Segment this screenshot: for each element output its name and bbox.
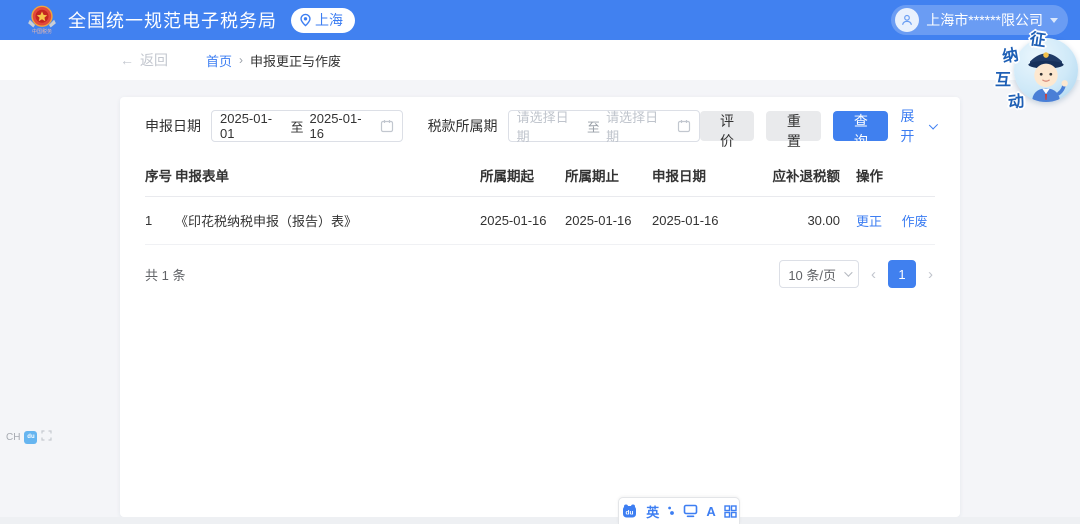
declaration-table: 序号 申报表单 所属期起 所属期止 申报日期 应补退税额 操作 1 《印花税纳税… bbox=[145, 154, 935, 245]
cell-period-start: 2025-01-16 bbox=[480, 197, 565, 245]
declare-date-range-input[interactable]: 2025-01-01 至 2025-01-16 bbox=[211, 110, 403, 142]
correct-action-link[interactable]: 更正 bbox=[856, 214, 882, 229]
ime-mini-brand-badge[interactable]: du bbox=[24, 431, 37, 444]
ime-voice-icon[interactable] bbox=[667, 504, 675, 518]
evaluate-button[interactable]: 评价 bbox=[700, 111, 755, 141]
page-size-value: 10 条/页 bbox=[788, 265, 836, 284]
bottom-edge-strip bbox=[0, 517, 1080, 524]
col-index: 序号 bbox=[145, 154, 175, 197]
breadcrumb-separator: › bbox=[239, 53, 243, 67]
reset-button[interactable]: 重置 bbox=[766, 111, 821, 141]
chevron-down-icon bbox=[844, 268, 852, 276]
cell-amount: 30.00 bbox=[762, 197, 840, 245]
breadcrumb-current-page: 申报更正与作废 bbox=[250, 51, 341, 70]
widget-char-1: 征 bbox=[1028, 25, 1047, 51]
col-amount: 应补退税额 bbox=[762, 154, 840, 197]
range-separator: 至 bbox=[290, 117, 303, 136]
calendar-icon bbox=[677, 119, 691, 133]
expand-filters-link[interactable]: 展开 bbox=[900, 106, 935, 146]
ime-toolbar[interactable]: du 英 A bbox=[618, 497, 740, 524]
tax-period-start-placeholder[interactable]: 请选择日期 bbox=[517, 107, 581, 145]
chevron-down-icon bbox=[929, 120, 938, 129]
invalidate-action-link[interactable]: 作废 bbox=[902, 214, 928, 229]
ime-expand-icon[interactable] bbox=[41, 428, 52, 446]
widget-char-4: 动 bbox=[1007, 87, 1025, 113]
ime-language-toggle[interactable]: 英 bbox=[646, 502, 659, 521]
next-page-button[interactable]: › bbox=[926, 266, 935, 283]
table-row: 1 《印花税纳税申报（报告）表》 2025-01-16 2025-01-16 2… bbox=[145, 197, 935, 245]
total-count: 共 1 条 bbox=[145, 265, 185, 284]
ime-brand-icon[interactable]: du bbox=[621, 503, 638, 519]
ime-status-indicator[interactable]: CH du bbox=[6, 428, 52, 446]
svg-text:du: du bbox=[626, 510, 634, 517]
col-declare-date: 申报日期 bbox=[652, 154, 762, 197]
col-period-end: 所属期止 bbox=[565, 154, 652, 197]
filter-row: 申报日期 2025-01-01 至 2025-01-16 税款所属期 请选择日期… bbox=[145, 110, 935, 142]
col-actions: 操作 bbox=[840, 154, 935, 197]
tax-period-label: 税款所属期 bbox=[428, 116, 498, 136]
declare-date-start-value[interactable]: 2025-01-01 bbox=[220, 111, 284, 141]
mascot-avatar bbox=[1014, 38, 1078, 102]
national-emblem-icon bbox=[26, 5, 58, 31]
range-separator: 至 bbox=[587, 117, 600, 136]
prev-page-button[interactable]: ‹ bbox=[869, 266, 878, 283]
page-size-select[interactable]: 10 条/页 bbox=[779, 260, 859, 288]
main-content-card: 申报日期 2025-01-01 至 2025-01-16 税款所属期 请选择日期… bbox=[120, 97, 960, 517]
chevron-down-icon bbox=[1050, 18, 1058, 23]
cell-index: 1 bbox=[145, 197, 175, 245]
calendar-icon bbox=[380, 119, 394, 133]
ime-grid-menu-icon[interactable] bbox=[724, 505, 737, 518]
ime-lang-label: CH bbox=[6, 432, 20, 443]
table-header-row: 序号 申报表单 所属期起 所属期止 申报日期 应补退税额 操作 bbox=[145, 154, 935, 197]
filter-buttons: 评价 重置 查询 展开 bbox=[700, 106, 935, 146]
ime-keyboard-panel-icon[interactable] bbox=[683, 504, 698, 518]
back-button[interactable]: ← 返回 bbox=[120, 50, 168, 70]
declare-date-label: 申报日期 bbox=[145, 116, 201, 136]
col-period-start: 所属期起 bbox=[480, 154, 565, 197]
top-header: 中国税务 全国统一规范电子税务局 上海 上海市******限公司 bbox=[0, 0, 1080, 40]
location-selector[interactable]: 上海 bbox=[291, 8, 355, 33]
expand-label: 展开 bbox=[900, 106, 924, 146]
cell-declare-date: 2025-01-16 bbox=[652, 197, 762, 245]
breadcrumb-home-link[interactable]: 首页 bbox=[206, 51, 232, 70]
breadcrumb-bar: ← 返回 首页 › 申报更正与作废 bbox=[0, 40, 1080, 80]
avatar bbox=[895, 8, 919, 32]
emblem-caption: 中国税务 bbox=[32, 30, 52, 35]
tax-emblem-logo: 中国税务 bbox=[26, 5, 58, 35]
search-button[interactable]: 查询 bbox=[833, 111, 888, 141]
tax-officer-mascot-icon bbox=[1014, 38, 1078, 102]
pagination-bar: 共 1 条 10 条/页 ‹ 1 › bbox=[145, 260, 935, 288]
cell-period-end: 2025-01-16 bbox=[565, 197, 652, 245]
page-number-1[interactable]: 1 bbox=[888, 260, 916, 288]
user-icon bbox=[900, 13, 914, 27]
site-title: 全国统一规范电子税务局 bbox=[68, 7, 277, 33]
declare-date-end-value[interactable]: 2025-01-16 bbox=[310, 111, 374, 141]
back-arrow-icon: ← bbox=[120, 52, 134, 68]
widget-char-2: 纳 bbox=[1000, 41, 1020, 67]
widget-char-3: 互 bbox=[995, 66, 1011, 90]
tax-period-range-input[interactable]: 请选择日期 至 请选择日期 bbox=[508, 110, 700, 142]
back-label: 返回 bbox=[140, 50, 168, 70]
col-form: 申报表单 bbox=[175, 154, 480, 197]
user-name: 上海市******限公司 bbox=[926, 10, 1043, 30]
location-label: 上海 bbox=[315, 10, 343, 30]
ime-letter-mode-icon[interactable]: A bbox=[706, 504, 715, 519]
tax-period-end-placeholder[interactable]: 请选择日期 bbox=[606, 107, 670, 145]
tax-interaction-widget[interactable]: 征 纳 互 动 bbox=[986, 28, 1080, 114]
cell-form-name: 《印花税纳税申报（报告）表》 bbox=[175, 197, 480, 245]
location-pin-icon bbox=[299, 13, 312, 27]
